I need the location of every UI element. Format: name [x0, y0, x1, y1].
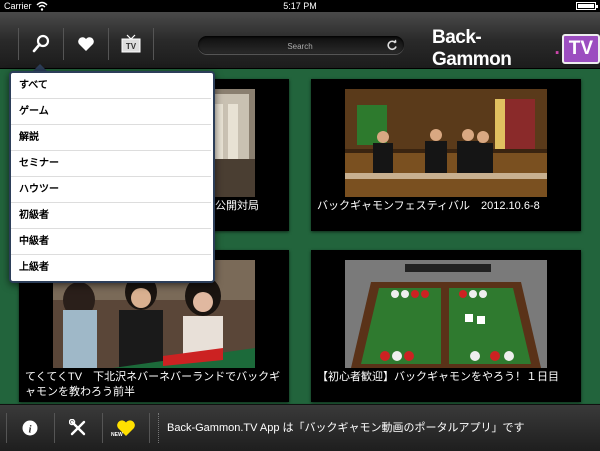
tools-icon [69, 419, 86, 436]
category-intermediate[interactable]: 中級者 [11, 229, 211, 255]
video-card[interactable]: バックギャモンフェスティバル 2012.10.6-8 [311, 79, 581, 231]
new-badge: NEW [111, 432, 123, 438]
category-advanced[interactable]: 上級者 [11, 255, 211, 281]
logo-text: Back-Gammon [432, 27, 512, 70]
reload-icon[interactable] [386, 39, 398, 51]
search-filter-button[interactable] [18, 28, 63, 60]
clock: 5:17 PM [283, 1, 317, 11]
category-beginner[interactable]: 初級者 [11, 203, 211, 229]
category-seminar[interactable]: セミナー [11, 151, 211, 177]
video-thumbnail [345, 89, 547, 197]
app-logo: Back-Gammon . TV [432, 27, 600, 70]
tv-icon: TV [121, 34, 141, 53]
favorites-button[interactable] [63, 28, 108, 60]
battery-icon [576, 2, 598, 10]
category-all[interactable]: すべて [11, 73, 211, 99]
svg-text:TV: TV [126, 42, 137, 51]
search-bar [198, 36, 404, 55]
search-icon [32, 34, 50, 53]
logo-dot: . [554, 38, 560, 59]
new-favorites-button[interactable]: NEW [102, 413, 150, 443]
status-bar: Carrier 5:17 PM [0, 0, 600, 12]
category-game[interactable]: ゲーム [11, 99, 211, 125]
search-input[interactable] [218, 37, 382, 55]
info-icon: i [22, 420, 38, 436]
video-title: バックギャモンフェスティバル 2012.10.6-8 [317, 200, 540, 212]
category-dropdown: すべて ゲーム 解説 セミナー ハウツー 初級者 中級者 上級者 [9, 71, 215, 283]
video-thumbnail [345, 260, 547, 368]
category-howto[interactable]: ハウツー [11, 177, 211, 203]
top-toolbar: TV Back-Gammon . TV [0, 12, 600, 70]
tv-button[interactable]: TV [108, 28, 154, 60]
app-description: Back-Gammon.TV App は「バックギャモン動画のポータルアプリ」で… [158, 413, 598, 443]
heart-icon [78, 37, 94, 51]
video-card[interactable]: 【初心者歓迎】バックギャモンをやろう！１日目 [311, 250, 581, 402]
video-title: 【初心者歓迎】バックギャモンをやろう！１日目 [317, 371, 559, 383]
video-title: 公開対局 [215, 200, 259, 212]
logo-tv-badge: TV [561, 34, 600, 64]
video-title: てくてくTV 下北沢ネバーネバーランドでバックギャモンを教わろう前半 [25, 371, 281, 398]
bottom-toolbar: i NEW Back-Gammon.TV App は「バックギャモン動画のポータ… [0, 404, 600, 451]
category-commentary[interactable]: 解説 [11, 125, 211, 151]
settings-button[interactable] [54, 413, 101, 443]
info-button[interactable]: i [6, 413, 53, 443]
